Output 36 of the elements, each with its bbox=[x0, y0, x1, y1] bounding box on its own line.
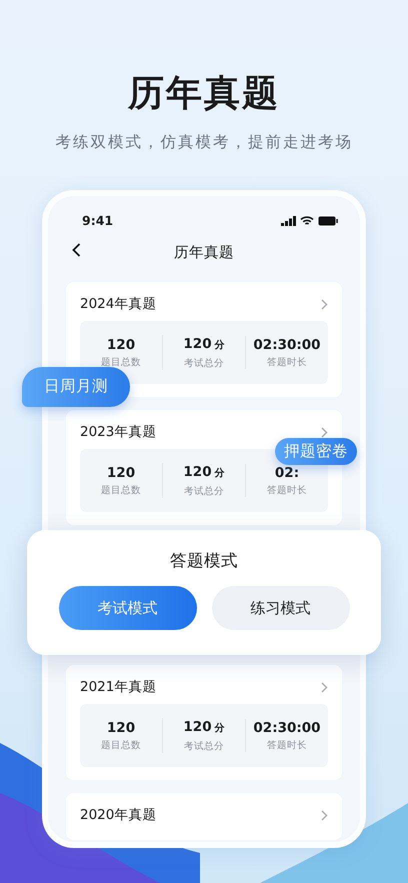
stat-value: 02: bbox=[274, 465, 300, 482]
mode-button[interactable]: 练习模式 bbox=[212, 586, 350, 630]
mode-button[interactable]: 考试模式 bbox=[58, 586, 196, 630]
stat-unit: 分 bbox=[214, 723, 225, 734]
stat-label: 题目总数 bbox=[100, 740, 142, 752]
stat-label: 题目总数 bbox=[100, 485, 142, 498]
stat-label: 考试总分 bbox=[183, 358, 225, 370]
stat-label: 考试总分 bbox=[183, 741, 225, 754]
dialog-title: 答题模式 bbox=[169, 550, 239, 572]
paper-card[interactable]: 2020年真题 bbox=[66, 793, 342, 840]
feature-tag: 押题密卷 bbox=[275, 438, 357, 465]
stat-value: 02:30:00 bbox=[253, 720, 321, 736]
stat-value: 02:30:00 bbox=[253, 337, 321, 354]
stat-label: 题目总数 bbox=[100, 357, 142, 370]
stat-unit: 分 bbox=[214, 340, 225, 352]
headline: 历年真题 bbox=[126, 72, 281, 116]
stat-label: 答题时长 bbox=[266, 740, 308, 752]
paper-title: 2021年真题 bbox=[80, 678, 156, 698]
feature-tag: 日周月测 bbox=[22, 367, 130, 407]
paper-card[interactable]: 2021年真题 120 题目总数 120 分 考试总分 02:30:00 答题时长 bbox=[66, 665, 342, 780]
stat-label: 答题时长 bbox=[266, 357, 308, 370]
stat-value: 120 bbox=[183, 464, 212, 480]
stat-value: 120 bbox=[106, 720, 136, 736]
stat-value: 120 bbox=[183, 336, 212, 352]
stat-value: 120 bbox=[106, 337, 136, 354]
stat-value: 120 bbox=[183, 719, 212, 736]
stat-unit: 分 bbox=[214, 468, 225, 480]
stat-label: 考试总分 bbox=[183, 486, 225, 498]
paper-title: 2024年真题 bbox=[80, 295, 156, 314]
subtitle: 考练双模式，仿真模考，提前走进考场 bbox=[54, 132, 354, 153]
nav-title: 历年真题 bbox=[174, 244, 234, 264]
paper-title: 2023年真题 bbox=[80, 423, 156, 442]
status-time: 9:41 bbox=[82, 212, 114, 230]
stat-label: 答题时长 bbox=[266, 485, 308, 498]
stat-value: 120 bbox=[106, 465, 136, 482]
paper-title: 2020年真题 bbox=[80, 806, 156, 826]
